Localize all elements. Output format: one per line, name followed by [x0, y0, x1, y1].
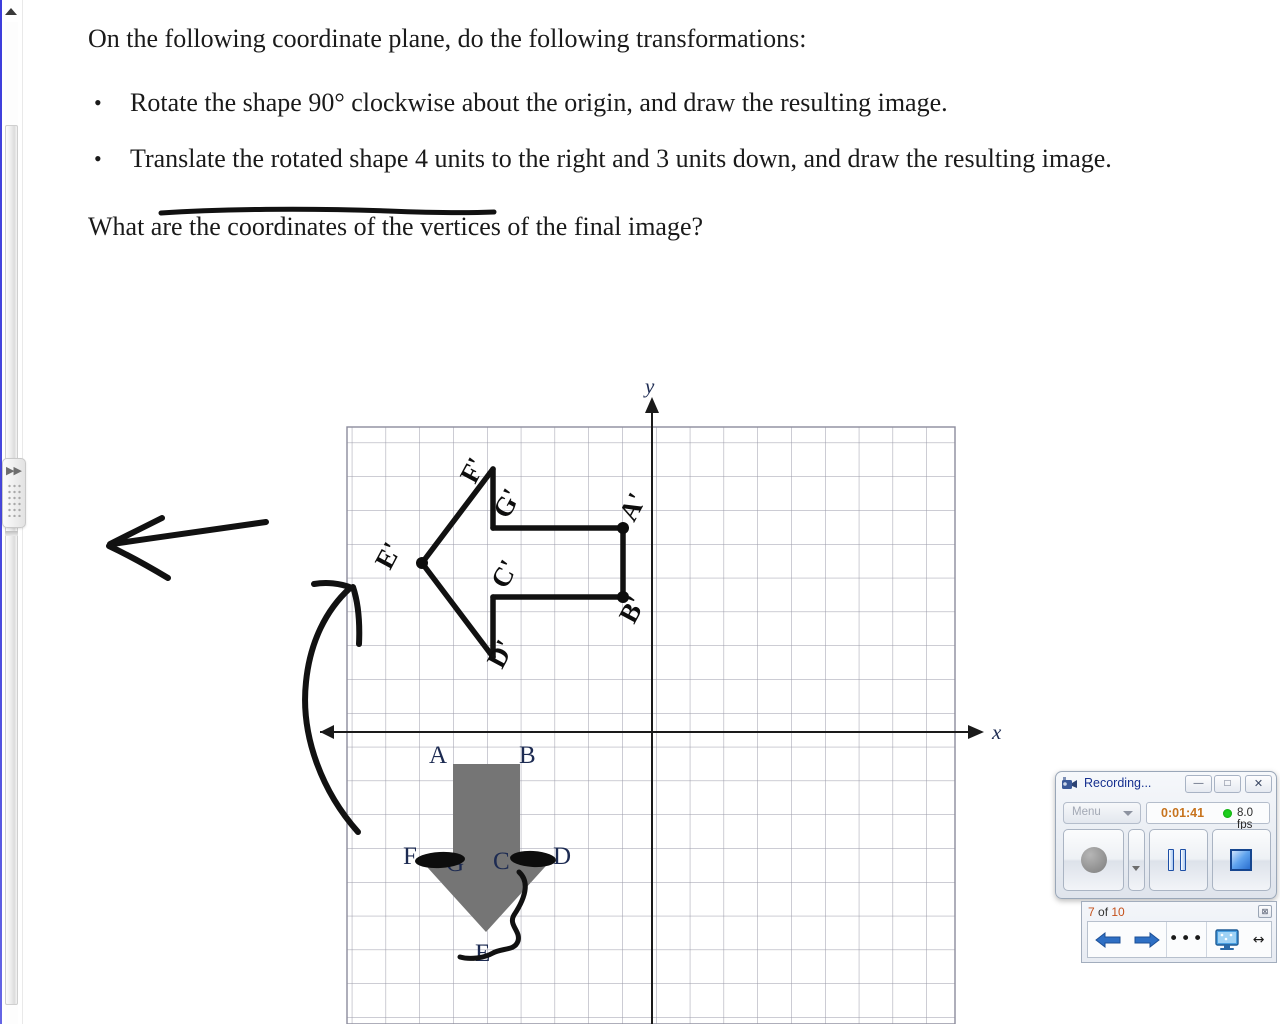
- minimize-button[interactable]: —: [1185, 775, 1212, 793]
- prompt-text: On the following coordinate plane, do th…: [88, 22, 1198, 244]
- recorder-status-box: 0:01:41 8.0 fps: [1146, 802, 1270, 831]
- menu-label: Menu: [1072, 806, 1101, 818]
- bullet-marker-1: •: [94, 90, 102, 115]
- vertex-label-A: A: [429, 742, 447, 769]
- previous-slide-button[interactable]: [1088, 922, 1127, 957]
- record-button[interactable]: [1063, 829, 1125, 891]
- x-axis-label: x: [991, 720, 1002, 744]
- bullet-marker-2: •: [94, 146, 102, 171]
- chevron-down-icon: [1123, 811, 1133, 816]
- recording-fps: 8.0 fps: [1237, 807, 1253, 831]
- slide-nav-toolbar: ••• ↔: [1087, 921, 1272, 958]
- recorder-titlebar[interactable]: Recording... — □ ✕: [1056, 772, 1276, 799]
- grip-dots-icon: [7, 483, 23, 517]
- recorder-title: Recording...: [1084, 776, 1152, 790]
- recording-timer: 0:01:41: [1161, 806, 1205, 820]
- slide-counter: 7 of 10: [1088, 905, 1125, 919]
- recording-status-dot-icon: [1223, 809, 1232, 818]
- instruction-item-2: • Translate the rotated shape 4 units to…: [88, 134, 1198, 184]
- vertex-label-B: B: [519, 742, 536, 769]
- slide-navigation-window[interactable]: 7 of 10 ⊠ ••• ↔: [1081, 901, 1277, 963]
- monitor-icon: [1214, 929, 1239, 950]
- record-options-button[interactable]: [1128, 829, 1145, 891]
- pause-bar-right-icon: [1180, 849, 1187, 871]
- app-root: ▶▶ On the following coordinate plane, do…: [0, 0, 1280, 1024]
- record-circle-icon: [1080, 847, 1107, 873]
- arrow-right-icon: [1134, 931, 1160, 948]
- pause-bar-left-icon: [1168, 849, 1175, 871]
- coordinate-plane: x y A B C D E F G: [318, 375, 1008, 1024]
- instruction-text-1: Rotate the shape 90° clockwise about the…: [130, 88, 948, 117]
- vertex-label-F: F: [403, 843, 417, 870]
- scrollbar-thumb[interactable]: [5, 125, 18, 1005]
- recorder-transport-controls: [1063, 829, 1272, 891]
- stop-square-icon: [1230, 849, 1253, 871]
- pane-expand-handle[interactable]: ▶▶: [2, 458, 26, 528]
- instruction-item-1: • Rotate the shape 90° clockwise about t…: [88, 78, 1198, 128]
- vertex-label-D: D: [553, 843, 571, 870]
- instruction-list: • Rotate the shape 90° clockwise about t…: [88, 78, 1198, 184]
- stop-button[interactable]: [1211, 829, 1272, 891]
- nav-close-button[interactable]: ⊠: [1258, 905, 1272, 918]
- y-axis-label: y: [643, 375, 655, 398]
- screen-view-button[interactable]: [1207, 922, 1246, 957]
- slide-separator: of: [1094, 905, 1112, 919]
- prompt-question: What are the coordinates of the vertices…: [88, 212, 704, 241]
- next-slide-button[interactable]: [1127, 922, 1166, 957]
- pause-button[interactable]: [1148, 829, 1208, 891]
- prompt-lead: On the following coordinate plane, do th…: [88, 24, 807, 53]
- camcorder-icon: [1062, 777, 1077, 789]
- handwritten-curved-arrow-annotation: [302, 580, 363, 835]
- slide-current: 7: [1088, 905, 1095, 919]
- slide-total: 10: [1111, 905, 1125, 919]
- pane-handle-foot: [5, 531, 18, 536]
- instruction-text-2: Translate the rotated shape 4 units to t…: [130, 144, 1112, 173]
- resize-button[interactable]: ↔: [1246, 922, 1271, 957]
- vertex-label-C: C: [493, 848, 510, 875]
- arrow-left-icon: [1094, 931, 1121, 948]
- recorder-status-row: Menu 0:01:41 8.0 fps: [1063, 802, 1270, 831]
- menu-dropdown-button[interactable]: Menu: [1063, 802, 1141, 824]
- resize-horizontal-icon: ↔: [1252, 931, 1265, 948]
- scroll-up-arrow-icon[interactable]: [5, 8, 17, 15]
- more-options-button[interactable]: •••: [1167, 922, 1206, 957]
- double-chevron-right-icon: ▶▶: [6, 464, 22, 477]
- chevron-down-icon: [1132, 866, 1141, 871]
- close-button[interactable]: ✕: [1245, 775, 1272, 793]
- handwritten-straight-arrow-annotation: [106, 515, 269, 581]
- screen-recorder-window[interactable]: Recording... — □ ✕ Menu 0:01:41 8.0 fps: [1055, 771, 1277, 899]
- maximize-button[interactable]: □: [1214, 775, 1241, 793]
- ellipsis-icon: •••: [1168, 929, 1205, 949]
